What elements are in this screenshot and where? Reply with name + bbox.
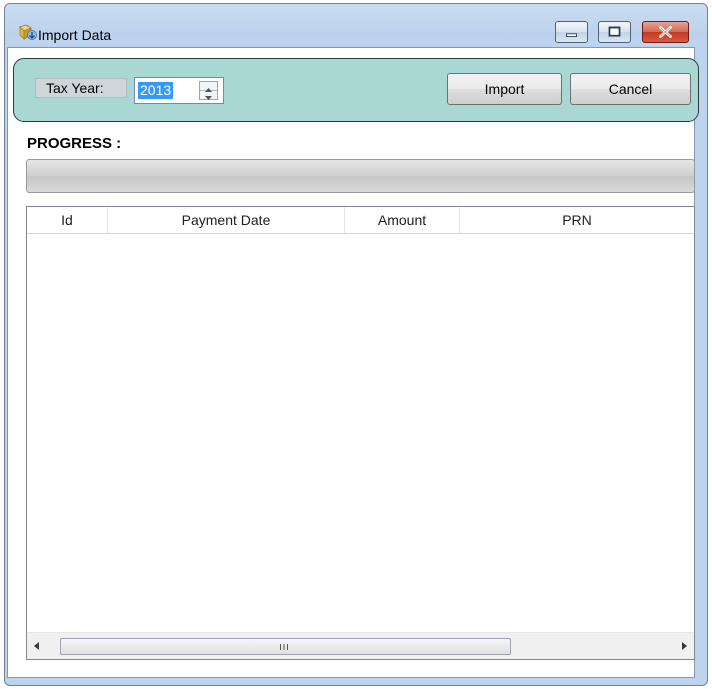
table-header: Id Payment Date Amount PRN [27, 207, 694, 234]
arrow-down-icon [205, 96, 212, 100]
horizontal-scrollbar[interactable] [27, 632, 694, 659]
column-header-id[interactable]: Id [27, 207, 108, 233]
spin-down-button[interactable] [200, 91, 217, 100]
window-title: Import Data [38, 27, 112, 43]
column-header-prn[interactable]: PRN [460, 207, 694, 233]
close-icon [659, 26, 672, 38]
minimize-icon [566, 33, 577, 37]
grip-icon [280, 644, 288, 650]
progress-label: PROGRESS : [27, 135, 122, 152]
maximize-icon [608, 26, 621, 37]
spin-buttons [199, 81, 218, 100]
tax-year-label: Tax Year: [35, 78, 127, 98]
cancel-button[interactable]: Cancel [570, 73, 691, 105]
maximize-button[interactable] [598, 21, 631, 43]
scroll-right-button[interactable] [674, 633, 694, 659]
payments-table[interactable]: Id Payment Date Amount PRN [26, 206, 695, 660]
column-header-payment-date[interactable]: Payment Date [108, 207, 345, 233]
spin-up-button[interactable] [200, 82, 217, 92]
import-button[interactable]: Import [447, 73, 562, 105]
scroll-left-button[interactable] [27, 633, 47, 659]
tax-year-spinner[interactable]: 2013 [134, 77, 224, 104]
minimize-button[interactable] [555, 21, 588, 43]
scroll-thumb[interactable] [60, 638, 511, 655]
close-button[interactable] [642, 21, 689, 43]
arrow-right-icon [682, 642, 687, 650]
progress-bar [26, 159, 695, 193]
import-data-icon [18, 23, 38, 43]
arrow-left-icon [34, 642, 39, 650]
tax-year-value[interactable]: 2013 [138, 82, 174, 99]
column-header-amount[interactable]: Amount [345, 207, 460, 233]
